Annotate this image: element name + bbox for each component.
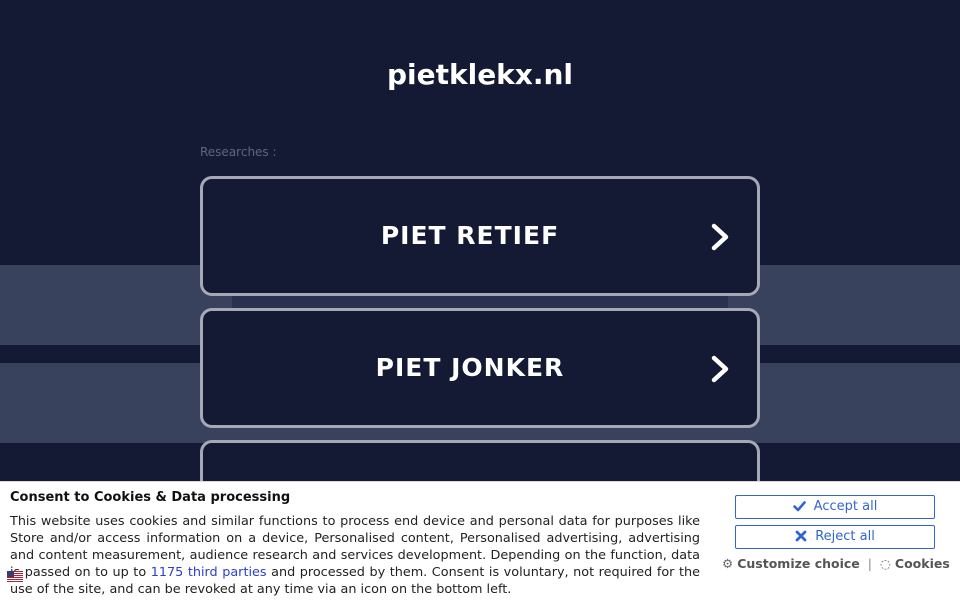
checkmark-icon [792, 501, 806, 512]
customize-choice-link[interactable]: ⚙ Customize choice [722, 556, 860, 571]
search-result-card-1[interactable]: PIET RETIEF [200, 176, 760, 296]
reject-all-label: Reject all [815, 529, 875, 544]
cookie-icon: ◌ [880, 556, 891, 571]
card-label: PIET JONKER [375, 353, 565, 382]
third-parties-link[interactable]: 1175 third parties [151, 565, 267, 580]
chevron-right-icon [711, 355, 729, 383]
customize-choice-label: Customize choice [737, 556, 860, 571]
card-label: PIET RETIEF [380, 221, 560, 250]
accept-all-button[interactable]: Accept all [735, 495, 935, 519]
cookie-consent-banner: Consent to Cookies & Data processing Thi… [0, 481, 960, 601]
close-icon [795, 530, 807, 542]
consent-title: Consent to Cookies & Data processing [10, 490, 291, 505]
consent-links: ⚙ Customize choice | ◌ Cookies [722, 556, 950, 571]
search-result-card-2[interactable]: PIET JONKER [200, 308, 760, 428]
language-flag-icon[interactable] [7, 571, 23, 583]
researches-label: Researches : [200, 145, 277, 159]
reject-all-button[interactable]: Reject all [735, 525, 935, 549]
consent-text: This website uses cookies and similar fu… [10, 513, 700, 598]
cookies-label: Cookies [894, 556, 950, 571]
site-title: pietklekx.nl [386, 58, 574, 91]
accept-all-label: Accept all [813, 499, 878, 514]
link-separator: | [867, 556, 872, 571]
chevron-right-icon [711, 223, 729, 251]
cookies-link[interactable]: ◌ Cookies [880, 556, 950, 571]
gear-icon: ⚙ [722, 556, 734, 571]
